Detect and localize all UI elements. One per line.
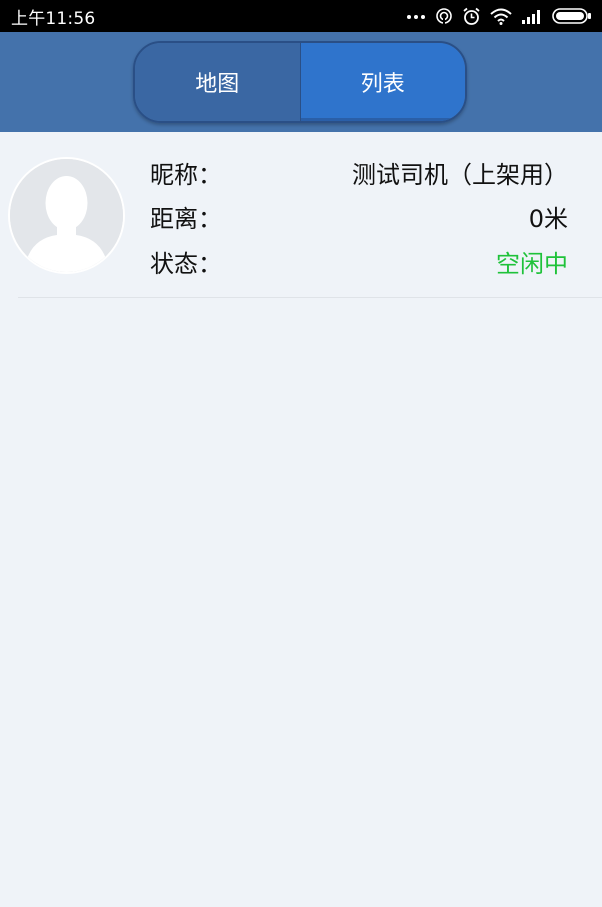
distance-value: 0米 xyxy=(528,204,568,233)
list-item[interactable]: 昵称： 测试司机（上架用） 距离： 0米 状态： 空闲中 xyxy=(0,132,602,298)
signal-icon xyxy=(522,10,540,24)
driver-list: 昵称： 测试司机（上架用） 距离： 0米 状态： 空闲中 xyxy=(0,132,602,298)
hotspot-icon xyxy=(436,8,452,24)
more-dots-icon xyxy=(407,15,425,19)
tab-list[interactable]: 列表 xyxy=(300,43,465,121)
divider xyxy=(18,297,602,298)
nickname-label: 昵称： xyxy=(150,160,222,189)
battery-icon xyxy=(552,8,591,24)
tab-map[interactable]: 地图 xyxy=(135,43,301,121)
status-row: 状态： 空闲中 xyxy=(150,241,568,281)
status-icons xyxy=(406,7,592,26)
status-time: 上午11:56 xyxy=(11,8,96,29)
tab-map-label: 地图 xyxy=(195,72,240,97)
nickname-value: 测试司机（上架用） xyxy=(352,160,568,189)
status-value: 空闲中 xyxy=(496,249,568,278)
status-label: 状态： xyxy=(150,249,222,278)
distance-label: 距离： xyxy=(150,204,222,233)
status-bar: 上午11:56 xyxy=(0,0,602,32)
user-silhouette-icon xyxy=(10,159,123,272)
wifi-icon xyxy=(490,8,512,25)
header: 地图 列表 xyxy=(0,32,602,132)
alarm-icon xyxy=(463,7,480,25)
avatar xyxy=(8,157,125,274)
distance-row: 距离： 0米 xyxy=(150,196,568,236)
tab-list-label: 列表 xyxy=(360,72,405,97)
nickname-row: 昵称： 测试司机（上架用） xyxy=(150,152,568,192)
view-toggle: 地图 列表 xyxy=(133,41,467,123)
